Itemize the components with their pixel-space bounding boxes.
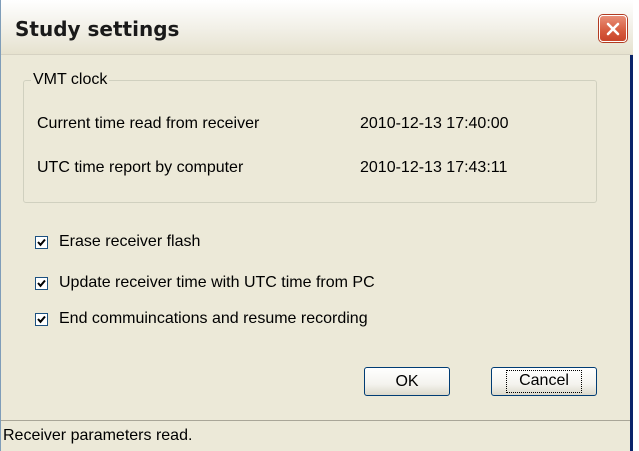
current-time-value: 2010-12-13 17:40:00 — [360, 115, 509, 132]
current-time-label: Current time read from receiver — [37, 115, 260, 132]
check-icon — [37, 238, 46, 246]
utc-time-label: UTC time report by computer — [37, 159, 244, 176]
close-icon — [606, 22, 620, 35]
update-time-checkbox[interactable] — [35, 276, 48, 290]
option-resume-recording[interactable]: End commuincations and resume recording — [35, 310, 368, 328]
status-bar: Receiver parameters read. — [1, 420, 630, 451]
option-update-time[interactable]: Update receiver time with UTC time from … — [35, 274, 375, 292]
status-text: Receiver parameters read. — [3, 427, 193, 444]
close-button[interactable] — [599, 15, 627, 42]
utc-time-value: 2010-12-13 17:43:11 — [360, 159, 508, 176]
erase-flash-checkbox[interactable] — [35, 235, 48, 249]
vmt-clock-group: VMT clock — [23, 71, 597, 203]
cancel-button[interactable]: Cancel — [491, 367, 597, 396]
check-icon — [37, 315, 46, 323]
update-time-label: Update receiver time with UTC time from … — [59, 274, 375, 291]
resume-recording-checkbox[interactable] — [35, 312, 48, 326]
dialog-window: Study settings VMT clock Current time re… — [0, 0, 633, 451]
title-bar[interactable]: Study settings — [1, 0, 633, 55]
erase-flash-label: Erase receiver flash — [59, 233, 201, 250]
ok-button[interactable]: OK — [364, 367, 450, 396]
ok-button-label: OK — [395, 372, 419, 390]
option-erase-flash[interactable]: Erase receiver flash — [35, 233, 200, 251]
window-title: Study settings — [15, 17, 180, 41]
check-icon — [37, 279, 46, 287]
resume-recording-label: End commuincations and resume recording — [59, 310, 368, 327]
dialog-content: VMT clock Current time read from receive… — [1, 55, 630, 420]
cancel-button-label: Cancel — [506, 370, 582, 393]
vmt-clock-legend: VMT clock — [33, 71, 108, 88]
